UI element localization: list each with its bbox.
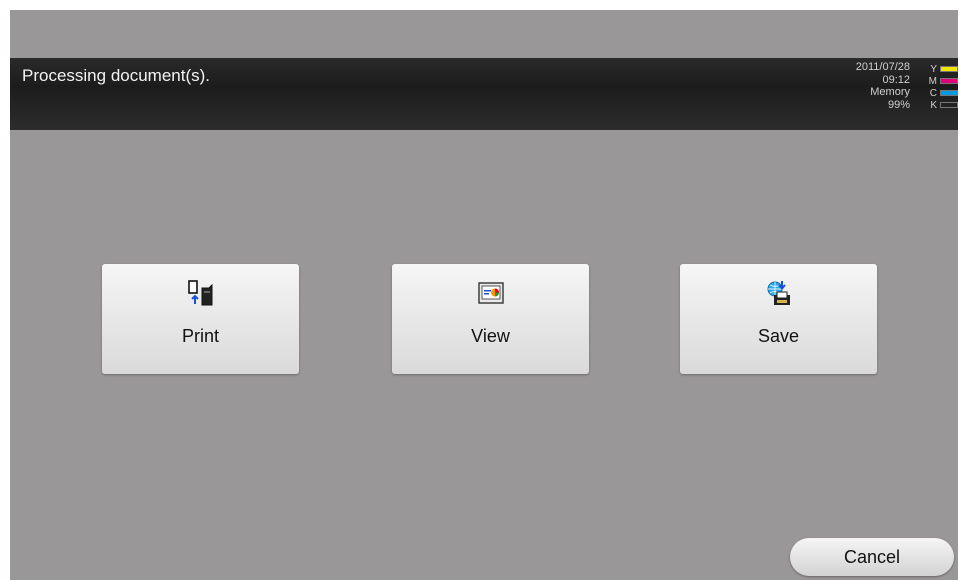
memory-label: Memory — [870, 86, 910, 98]
toner-bar-magenta — [940, 78, 958, 84]
print-label: Print — [181, 326, 219, 346]
print-icon — [187, 280, 212, 306]
view-icon — [477, 282, 504, 304]
cancel-label: Cancel — [843, 547, 901, 567]
toner-levels: Y M C K — [918, 63, 958, 111]
toner-bar-black — [940, 102, 958, 108]
status-bar: Processing document(s). 2011/07/28 09:12… — [10, 58, 958, 130]
toner-letter: C — [929, 87, 937, 99]
panel-screen: Processing document(s). 2011/07/28 09:12… — [10, 10, 958, 580]
cancel-button[interactable]: Cancel — [790, 538, 954, 576]
time-text: 09:12 — [882, 73, 910, 86]
status-message: Processing document(s). — [22, 66, 211, 85]
toner-bar-cyan — [940, 90, 958, 96]
toner-letter: K — [930, 99, 937, 111]
memory-value: 99% — [887, 98, 910, 111]
toner-letter: Y — [930, 63, 937, 75]
print-button[interactable]: Print — [102, 264, 299, 374]
toner-row-k: K — [918, 99, 958, 111]
date-text: 2011/07/28 — [855, 61, 910, 73]
toner-letter: M — [928, 75, 937, 87]
save-label: Save — [757, 326, 800, 346]
device-info: 2011/07/28 09:12 Memory 99% — [856, 61, 910, 111]
view-label: View — [471, 326, 510, 346]
toner-row-y: Y — [918, 63, 958, 75]
save-icon — [767, 281, 790, 305]
view-button[interactable]: View — [392, 264, 589, 374]
toner-row-m: M — [918, 75, 958, 87]
toner-bar-yellow — [940, 66, 958, 72]
toner-row-c: C — [918, 87, 958, 99]
save-button[interactable]: Save — [680, 264, 877, 374]
